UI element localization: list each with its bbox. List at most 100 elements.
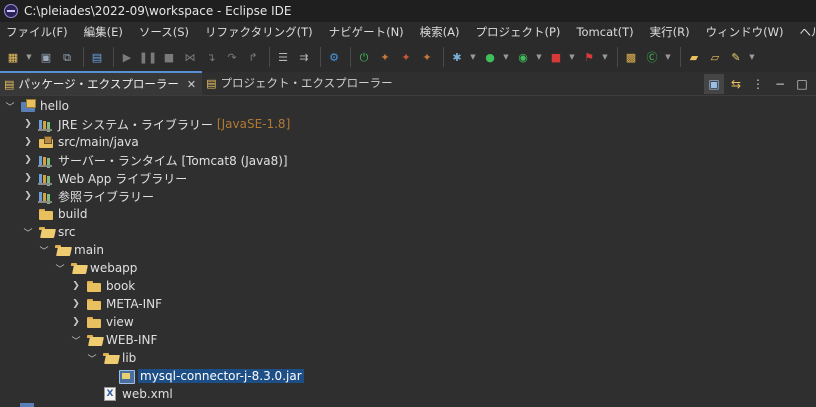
- new-class-dropdown-icon[interactable]: ▼: [664, 48, 672, 66]
- tomcat-stop-icon[interactable]: ✦: [397, 48, 415, 66]
- tree-item-jar[interactable]: ❯ mysql-connector-j-8.3.0.jar: [102, 367, 304, 385]
- title-bar: C:\pleiades\2022-09\workspace - Eclipse …: [0, 0, 816, 22]
- new-class-icon[interactable]: Ⓒ: [643, 48, 661, 66]
- expand-chevron-icon[interactable]: ❯: [70, 299, 82, 309]
- tree-item-main[interactable]: ﹀ main: [38, 241, 104, 259]
- debug-icon[interactable]: ✱: [448, 48, 466, 66]
- menu-navigate[interactable]: ナビゲート(N): [321, 22, 412, 42]
- menu-refactor[interactable]: リファクタリング(T): [197, 22, 321, 42]
- menu-source[interactable]: ソース(S): [131, 22, 197, 42]
- tab-package-explorer[interactable]: ▤ パッケージ・エクスプローラー ✕: [0, 71, 203, 95]
- tree-item-server-runtime[interactable]: ❯ サーバー・ランタイム [Tomcat8 (Java8)]: [22, 151, 287, 169]
- drop-to-frame-icon[interactable]: ☰: [274, 48, 292, 66]
- expand-chevron-icon[interactable]: ❯: [22, 173, 34, 183]
- tomcat-restart-icon[interactable]: ✦: [418, 48, 436, 66]
- minimize-icon[interactable]: −: [770, 74, 790, 94]
- pencil-icon[interactable]: ✎: [727, 48, 745, 66]
- tab-package-explorer-label: パッケージ・エクスプローラー: [18, 77, 179, 91]
- menu-project[interactable]: プロジェクト(P): [468, 22, 569, 42]
- menu-file[interactable]: ファイル(F): [0, 22, 76, 42]
- tree-item-src-main-java[interactable]: ❯ src/main/java: [22, 133, 139, 151]
- tree-item-label: src/main/java: [58, 135, 139, 149]
- run-icon[interactable]: ●: [481, 48, 499, 66]
- tomcat-start-icon[interactable]: ✦: [376, 48, 394, 66]
- terminate-icon[interactable]: ■: [160, 48, 178, 66]
- tree-item-project[interactable]: ﹀ hello: [4, 97, 69, 115]
- coverage-icon[interactable]: ◉: [514, 48, 532, 66]
- library-icon: [38, 189, 54, 203]
- source-folder-icon: [38, 135, 54, 149]
- tab-project-explorer[interactable]: ▤ プロジェクト・エクスプローラー: [202, 71, 399, 95]
- tree-item-lib[interactable]: ﹀ lib: [86, 349, 136, 367]
- collapse-chevron-icon[interactable]: ﹀: [22, 226, 34, 239]
- profile-dropdown-icon[interactable]: ▼: [601, 48, 609, 66]
- tree-item-web-inf[interactable]: ﹀ WEB-INF: [70, 331, 157, 349]
- collapse-all-icon[interactable]: ▣: [704, 74, 724, 94]
- tree-item-referenced-libraries[interactable]: ❯ 参照ライブラリー: [22, 187, 154, 205]
- pencil-dropdown-icon[interactable]: ▼: [748, 48, 756, 66]
- tree-item-label: build: [58, 207, 88, 221]
- collapse-chevron-icon[interactable]: ﹀: [38, 244, 50, 257]
- library-icon: [38, 153, 54, 167]
- expand-chevron-icon[interactable]: ❯: [22, 191, 34, 201]
- link-with-editor-icon[interactable]: ⇆: [726, 74, 746, 94]
- expand-chevron-icon[interactable]: ❯: [70, 281, 82, 291]
- use-step-filters-icon[interactable]: ⇉: [295, 48, 313, 66]
- open-folder-icon[interactable]: ▱: [706, 48, 724, 66]
- coverage-dropdown-icon[interactable]: ▼: [535, 48, 543, 66]
- tree-item-label: mysql-connector-j-8.3.0.jar: [138, 369, 304, 383]
- tree-item-web-xml[interactable]: ❯ X web.xml: [86, 385, 173, 403]
- view-tab-bar: ▤ パッケージ・エクスプローラー ✕ ▤ プロジェクト・エクスプローラー: [0, 71, 816, 96]
- gear-icon[interactable]: ⚙: [325, 48, 343, 66]
- step-into-icon[interactable]: ↴: [202, 48, 220, 66]
- tree-item-build[interactable]: ❯ build: [22, 205, 88, 223]
- profile-icon[interactable]: ⚑: [580, 48, 598, 66]
- open-type-icon[interactable]: ▰: [685, 48, 703, 66]
- menu-tomcat[interactable]: Tomcat(T): [568, 22, 641, 42]
- tree-item-src[interactable]: ﹀ src: [22, 223, 75, 241]
- menu-help[interactable]: ヘルプ(H): [791, 22, 816, 42]
- collapse-chevron-icon[interactable]: ﹀: [54, 262, 66, 275]
- external-tools-icon[interactable]: ■: [547, 48, 565, 66]
- debug-dropdown-icon[interactable]: ▼: [469, 48, 477, 66]
- collapse-chevron-icon[interactable]: ﹀: [4, 100, 16, 113]
- expand-chevron-icon[interactable]: ❯: [22, 155, 34, 165]
- menu-search[interactable]: 検索(A): [412, 22, 468, 42]
- new-java-package-icon[interactable]: ▩: [622, 48, 640, 66]
- tree-item-label: META-INF: [106, 297, 163, 311]
- tree-item-meta-inf[interactable]: ❯ META-INF: [70, 295, 162, 313]
- view-menu-icon[interactable]: ⋮: [748, 74, 768, 94]
- tree-item-view[interactable]: ❯ view: [70, 313, 133, 331]
- disconnect-icon[interactable]: ⋈: [181, 48, 199, 66]
- collapse-chevron-icon[interactable]: ﹀: [70, 334, 82, 347]
- expand-chevron-icon[interactable]: ❯: [22, 119, 34, 129]
- folder-icon: [86, 297, 102, 311]
- save-icon[interactable]: ▣: [37, 48, 55, 66]
- run-dropdown-icon[interactable]: ▼: [502, 48, 510, 66]
- tree-item-label: webapp: [90, 261, 138, 275]
- start-server-icon[interactable]: ⏻: [355, 48, 373, 66]
- expand-chevron-icon[interactable]: ❯: [22, 137, 34, 147]
- collapse-chevron-icon[interactable]: ﹀: [86, 352, 98, 365]
- tree-item-jre-library[interactable]: ❯ JRE システム・ライブラリー [JavaSE-1.8]: [22, 115, 290, 133]
- menu-edit[interactable]: 編集(E): [76, 22, 131, 42]
- expand-chevron-icon[interactable]: ❯: [70, 317, 82, 327]
- tree-item-webapp-libraries[interactable]: ❯ Web App ライブラリー: [22, 169, 187, 187]
- new-dropdown-icon[interactable]: ▼: [25, 48, 33, 66]
- maximize-icon[interactable]: □: [792, 74, 812, 94]
- step-return-icon[interactable]: ↱: [244, 48, 262, 66]
- new-icon[interactable]: ▦: [4, 48, 22, 66]
- external-tools-dropdown-icon[interactable]: ▼: [568, 48, 576, 66]
- step-over-icon[interactable]: ↷: [223, 48, 241, 66]
- console-icon[interactable]: ▤: [88, 48, 106, 66]
- package-explorer-tree: ﹀ hello ❯ JRE システム・ライブラリー [JavaSE-1.8] ❯…: [0, 97, 816, 407]
- save-all-icon[interactable]: ⧉: [58, 48, 76, 66]
- suspend-icon[interactable]: ❚❚: [139, 48, 157, 66]
- toolbar-separator: [113, 47, 114, 67]
- menu-run[interactable]: 実行(R): [642, 22, 698, 42]
- close-icon[interactable]: ✕: [187, 78, 196, 91]
- tree-item-book[interactable]: ❯ book: [70, 277, 135, 295]
- tree-item-webapp[interactable]: ﹀ webapp: [54, 259, 137, 277]
- menu-window[interactable]: ウィンドウ(W): [698, 22, 792, 42]
- skip-breakpoints-icon[interactable]: ▶: [118, 48, 136, 66]
